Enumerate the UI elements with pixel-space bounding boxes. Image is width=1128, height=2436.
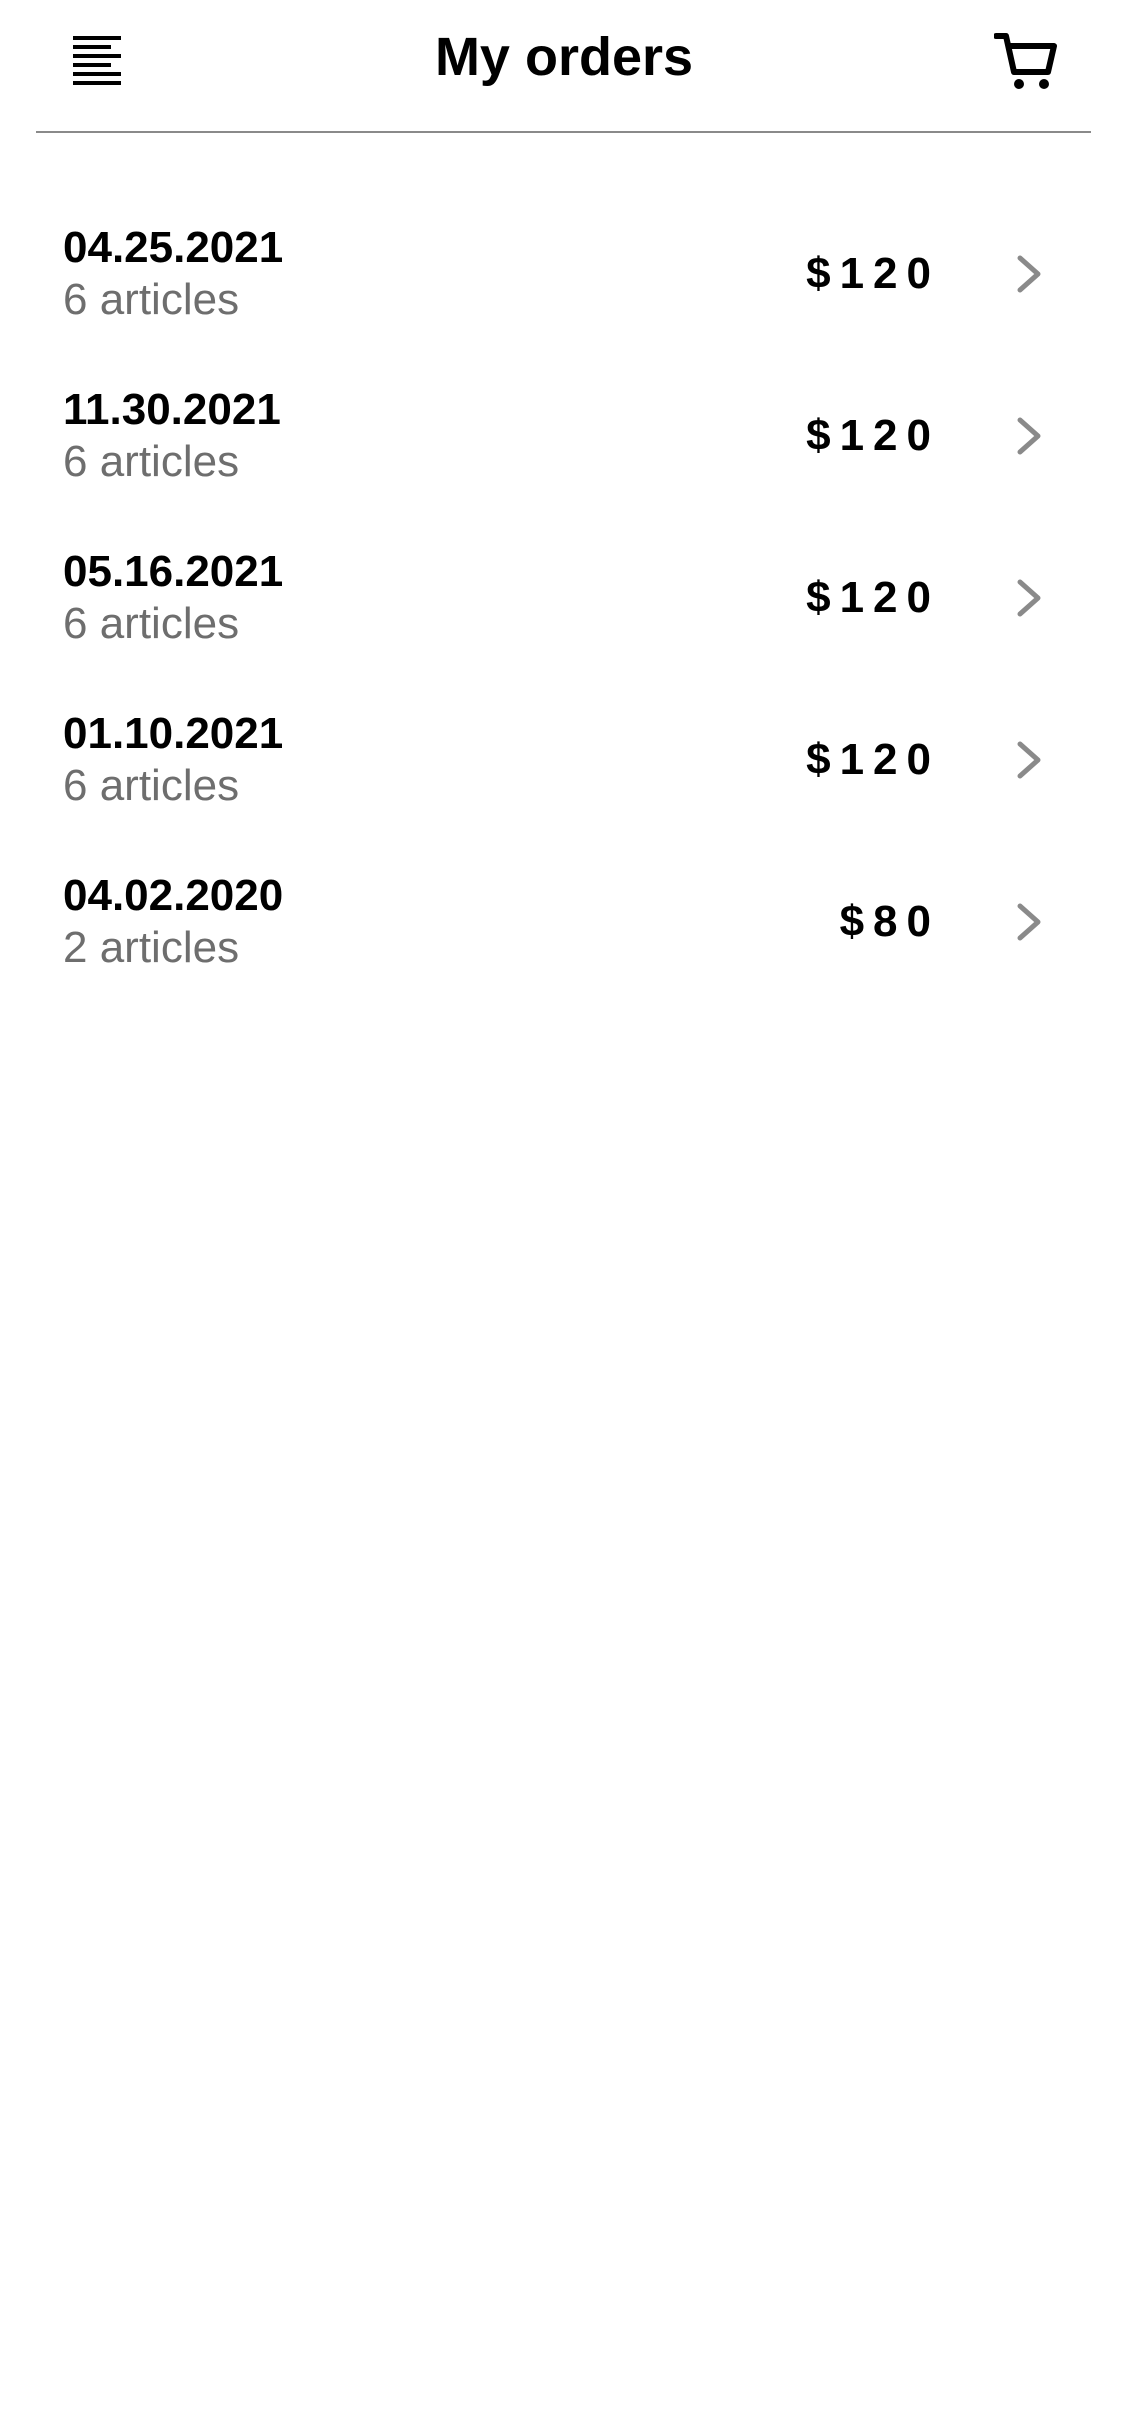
- cart-button[interactable]: [990, 26, 1062, 98]
- order-date: 04.02.2020: [63, 871, 284, 920]
- order-row[interactable]: 01.10.2021 6 articles $120: [0, 694, 1128, 856]
- order-row[interactable]: 04.02.2020 2 articles $80: [0, 856, 1128, 1018]
- order-price: $120: [806, 411, 940, 460]
- order-article-count: 6 articles: [63, 437, 240, 486]
- order-row[interactable]: 04.25.2021 6 articles $120: [0, 208, 1128, 370]
- order-price: $120: [806, 735, 940, 784]
- chevron-right-icon: [1017, 903, 1041, 941]
- order-article-count: 6 articles: [63, 275, 240, 324]
- order-row[interactable]: 05.16.2021 6 articles $120: [0, 532, 1128, 694]
- order-date: 11.30.2021: [63, 385, 281, 434]
- order-price: $120: [806, 249, 940, 298]
- chevron-right-icon: [1017, 417, 1041, 455]
- order-price: $80: [839, 897, 940, 946]
- header-divider: [36, 131, 1091, 133]
- order-date: 04.25.2021: [63, 223, 284, 272]
- order-article-count: 6 articles: [63, 599, 240, 648]
- order-price: $120: [806, 573, 940, 622]
- order-date: 01.10.2021: [63, 709, 284, 758]
- order-row[interactable]: 11.30.2021 6 articles $120: [0, 370, 1128, 532]
- chevron-right-icon: [1017, 255, 1041, 293]
- order-article-count: 6 articles: [63, 761, 240, 810]
- chevron-right-icon: [1017, 741, 1041, 779]
- cart-icon: [994, 33, 1057, 89]
- order-list: 04.25.2021 6 articles $120 11.30.2021 6 …: [0, 208, 1128, 1018]
- page-title: My orders: [434, 27, 694, 87]
- order-article-count: 2 articles: [63, 923, 240, 972]
- chevron-right-icon: [1017, 579, 1041, 617]
- order-date: 05.16.2021: [63, 547, 284, 596]
- app-header: My orders: [0, 0, 1128, 133]
